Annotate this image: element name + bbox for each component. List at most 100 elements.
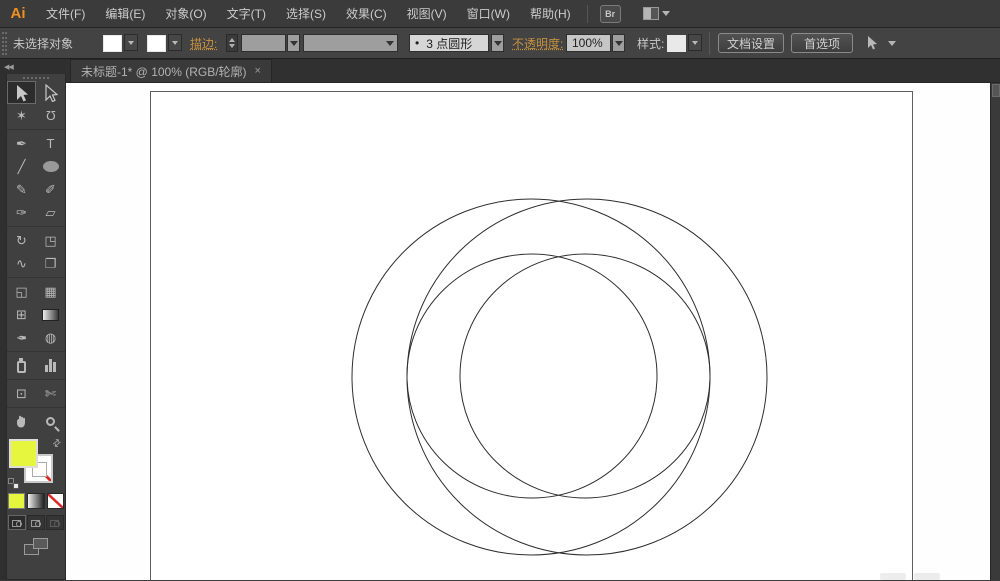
circle-path-4[interactable] (460, 254, 710, 498)
tool-blob-brush[interactable]: ✑ (7, 201, 36, 224)
document-setup-button[interactable]: 文档设置 (718, 33, 784, 53)
tool-scale[interactable]: ◳ (36, 229, 65, 252)
tool-column-graph[interactable] (36, 354, 65, 377)
draw-behind-button[interactable] (27, 515, 45, 530)
menu-item-2[interactable]: 对象(O) (155, 0, 216, 28)
chevron-down-icon (494, 41, 502, 46)
menu-item-8[interactable]: 帮助(H) (520, 0, 581, 28)
tool-dock: ◀◀ ✶Ω✒T╱✎✐✑▱↻◳∿❐◱▦⊞✒◍⊡✄ ⇄ (0, 59, 66, 580)
tool-blend[interactable]: ◍ (36, 326, 65, 349)
tool-pencil[interactable]: ✐ (36, 178, 65, 201)
blend-icon: ◍ (45, 331, 56, 344)
fill-color-dropdown[interactable] (124, 34, 138, 51)
tool-group-divider (7, 405, 65, 408)
menu-item-6[interactable]: 视图(V) (397, 0, 457, 28)
gradient-button[interactable] (27, 493, 44, 509)
opacity-input[interactable]: 100% (566, 34, 611, 52)
artboard-icon: ⊡ (16, 387, 27, 400)
style-swatch[interactable] (667, 34, 686, 52)
blob-brush-icon: ✑ (16, 206, 27, 219)
select-similar-icon (864, 35, 880, 51)
tool-artboard[interactable]: ⊡ (7, 382, 36, 405)
swap-fill-stroke-icon[interactable]: ⇄ (50, 437, 63, 451)
chevron-down-icon (290, 41, 298, 46)
tool-selection[interactable] (7, 81, 36, 104)
scrollbar-thumb[interactable] (992, 84, 1000, 97)
circle-path-1[interactable] (352, 199, 710, 555)
fill-stroke-widget: ⇄ (7, 437, 65, 489)
chevron-down-icon (386, 41, 394, 46)
tool-shape-builder[interactable]: ◱ (7, 280, 36, 303)
menu-item-5[interactable]: 效果(C) (336, 0, 397, 28)
style-dropdown[interactable] (688, 34, 702, 51)
tool-ellipse[interactable] (36, 155, 65, 178)
brush-definition-dropdown[interactable]: • 3 点圆形 (409, 34, 489, 52)
stepper-up-icon[interactable] (229, 38, 235, 42)
tool-eraser[interactable]: ▱ (36, 201, 65, 224)
document-tab[interactable]: 未标题-1* @ 100% (RGB/轮廓) × (70, 59, 272, 82)
lasso-icon: Ω (46, 109, 56, 122)
artwork-circles[interactable] (66, 83, 990, 580)
none-button[interactable] (47, 493, 64, 509)
tool-perspective-grid[interactable]: ▦ (36, 280, 65, 303)
select-similar-button[interactable] (864, 34, 880, 52)
tool-hand[interactable] (7, 410, 36, 433)
brush-definition-arrow[interactable] (491, 34, 504, 52)
stroke-color-swatch[interactable] (147, 34, 166, 52)
fill-color-swatch[interactable] (103, 34, 122, 52)
stroke-weight-input[interactable] (241, 34, 286, 52)
control-bar-grip[interactable] (2, 32, 7, 55)
arrange-documents-button[interactable] (643, 7, 670, 20)
stroke-weight-stepper[interactable] (226, 34, 238, 52)
width-profile-dropdown[interactable] (303, 34, 398, 52)
tool-free-transform[interactable]: ❐ (36, 252, 65, 275)
tool-group-divider (7, 275, 65, 278)
vertical-scrollbar[interactable] (990, 83, 1000, 580)
menu-item-1[interactable]: 编辑(E) (95, 0, 155, 28)
menu-item-7[interactable]: 窗口(W) (457, 0, 520, 28)
tool-width[interactable]: ∿ (7, 252, 36, 275)
draw-normal-button[interactable] (8, 515, 26, 530)
tool-paintbrush[interactable]: ✎ (7, 178, 36, 201)
select-similar-dropdown[interactable] (888, 34, 896, 52)
screen-mode-button[interactable] (24, 538, 48, 555)
tool-eyedropper[interactable]: ✒ (7, 326, 36, 349)
tool-lasso[interactable]: Ω (36, 104, 65, 127)
circle-path-2[interactable] (407, 199, 767, 555)
chevron-down-icon (888, 41, 896, 46)
tab-close-icon[interactable]: × (255, 65, 261, 77)
stroke-panel-link[interactable]: 描边: (190, 34, 217, 52)
tool-gradient[interactable] (36, 303, 65, 326)
chevron-down-icon (662, 11, 670, 16)
opacity-dropdown[interactable] (612, 34, 625, 52)
tool-rotate[interactable]: ↻ (7, 229, 36, 252)
collapse-panel-button[interactable]: ◀◀ (4, 63, 13, 71)
canvas[interactable] (66, 83, 1000, 580)
tool-magic-wand[interactable]: ✶ (7, 104, 36, 127)
style-label: 样式: (637, 34, 664, 52)
draw-inside-button[interactable] (46, 515, 64, 530)
tool-line-segment[interactable]: ╱ (7, 155, 36, 178)
tool-symbol-sprayer[interactable] (7, 354, 36, 377)
menu-item-3[interactable]: 文字(T) (217, 0, 276, 28)
fill-swatch[interactable] (9, 439, 38, 468)
stepper-down-icon[interactable] (229, 44, 235, 48)
preferences-button[interactable]: 首选项 (791, 33, 853, 53)
tool-type[interactable]: T (36, 132, 65, 155)
menu-bar: Ai 文件(F)编辑(E)对象(O)文字(T)选择(S)效果(C)视图(V)窗口… (0, 0, 1000, 28)
tool-mesh[interactable]: ⊞ (7, 303, 36, 326)
menu-item-4[interactable]: 选择(S) (276, 0, 336, 28)
panel-drag-handle[interactable] (7, 74, 65, 81)
tool-zoom[interactable] (36, 410, 65, 433)
default-fill-stroke-icon[interactable] (8, 478, 19, 489)
tool-slice[interactable]: ✄ (36, 382, 65, 405)
stroke-color-dropdown[interactable] (168, 34, 182, 51)
bridge-button[interactable]: Br (600, 5, 621, 23)
tool-direct-selection[interactable] (36, 81, 65, 104)
color-button[interactable] (8, 493, 25, 509)
circle-path-3[interactable] (407, 254, 657, 498)
menu-item-0[interactable]: 文件(F) (36, 0, 95, 28)
stroke-weight-dropdown[interactable] (287, 34, 300, 52)
opacity-panel-link[interactable]: 不透明度: (512, 34, 563, 52)
tool-pen[interactable]: ✒ (7, 132, 36, 155)
